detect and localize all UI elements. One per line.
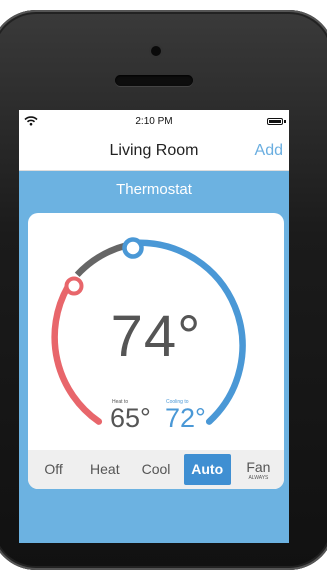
mode-selector: Off Heat Cool Auto Fan ALWAYS — [28, 450, 284, 489]
phone-frame: 2:10 PM Living Room Add Thermostat 74° H… — [0, 10, 327, 570]
heat-setpoint-handle[interactable] — [64, 276, 84, 296]
cool-setpoint[interactable]: 72° — [165, 403, 206, 434]
mode-label: Cool — [141, 461, 171, 477]
mode-label: Auto — [191, 461, 224, 477]
mode-cool-button[interactable]: Cool — [132, 454, 179, 485]
mode-label: Fan — [246, 459, 271, 475]
front-camera — [151, 46, 161, 56]
status-time: 2:10 PM — [135, 116, 173, 127]
thermostat-card: 74° Heat to 65° Cooling to 72° Off Heat … — [28, 213, 284, 489]
fan-always-label: ALWAYS — [248, 475, 269, 481]
current-temperature: 74° — [110, 304, 202, 369]
mode-label: Off — [44, 461, 63, 477]
battery-icon — [267, 118, 286, 125]
page-title: Living Room — [109, 142, 199, 159]
cool-setpoint-handle[interactable] — [122, 237, 144, 259]
thermostat-panel: Thermostat 74° Heat to 65° Cooling to 72… — [19, 171, 289, 543]
add-button[interactable]: Add — [255, 142, 283, 160]
heat-setpoint[interactable]: 65° — [110, 403, 151, 434]
nav-bar: Living Room Add — [19, 132, 289, 171]
section-title: Thermostat — [116, 181, 192, 198]
range-arc — [74, 242, 127, 278]
phone-screen: 2:10 PM Living Room Add Thermostat 74° H… — [19, 110, 289, 543]
mode-fan-button[interactable]: Fan ALWAYS — [235, 454, 282, 485]
status-bar: 2:10 PM — [19, 110, 289, 132]
earpiece-speaker — [115, 75, 193, 86]
mode-auto-button[interactable]: Auto — [183, 454, 231, 485]
mode-off-button[interactable]: Off — [30, 454, 77, 485]
mode-heat-button[interactable]: Heat — [81, 454, 128, 485]
mode-label: Heat — [90, 461, 120, 477]
